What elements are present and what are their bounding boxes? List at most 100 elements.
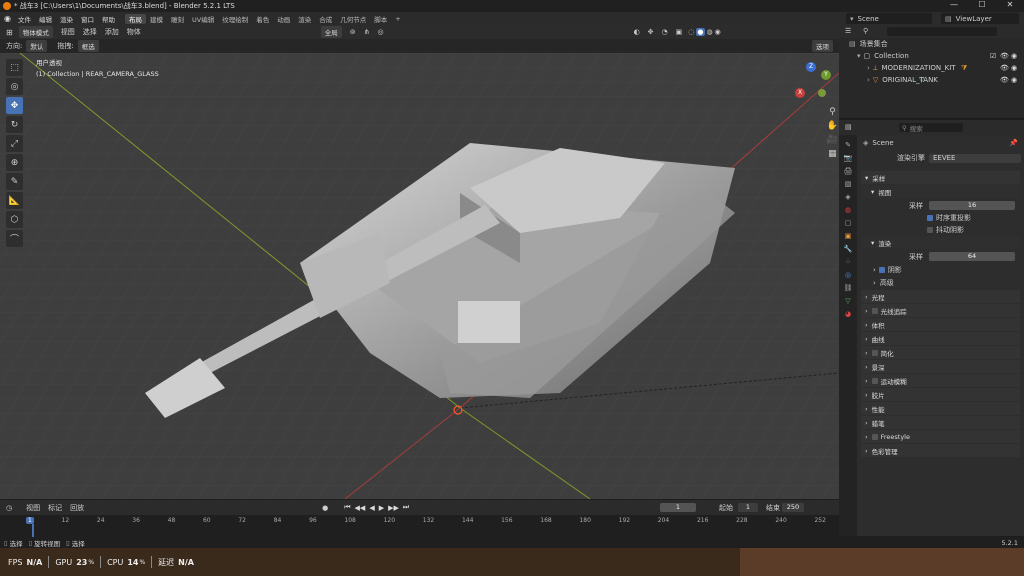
temporal-checkbox[interactable] bbox=[927, 215, 933, 221]
tab-compositing[interactable]: 合成 bbox=[315, 14, 336, 24]
subpanel-viewport[interactable]: ▾ 视图 bbox=[861, 185, 1020, 198]
3d-viewport[interactable]: 用户透视 (1) Collection | REAR_CAMERA_GLASS … bbox=[0, 53, 839, 499]
panel-color-management[interactable]: › 色彩管理 bbox=[861, 444, 1020, 457]
panel-depth-of-field[interactable]: › 景深 bbox=[861, 360, 1020, 373]
visibility-eye-icon[interactable]: 👁 bbox=[1000, 52, 1009, 60]
gizmo-z-axis[interactable]: Z bbox=[806, 62, 816, 72]
collection-tab-icon[interactable]: ▢ bbox=[845, 219, 852, 227]
mode-dropdown[interactable]: 物体模式 bbox=[18, 26, 53, 38]
panel-volumes[interactable]: › 体积 bbox=[861, 318, 1020, 331]
maximize-button[interactable]: ☐ bbox=[968, 0, 996, 9]
physics-tab-icon[interactable]: ◎ bbox=[845, 271, 851, 279]
shading-solid-icon[interactable]: ● bbox=[696, 28, 705, 36]
transform-tool-icon[interactable]: ⊕ bbox=[6, 154, 23, 171]
transform-orientation-dropdown[interactable]: 全局 bbox=[320, 26, 342, 38]
constraints-tab-icon[interactable]: ⛓ bbox=[844, 284, 853, 292]
view-layer-tab-icon[interactable]: ▧ bbox=[845, 180, 852, 188]
modifier-tab-icon[interactable]: 🔧 bbox=[844, 245, 853, 253]
outliner-root[interactable]: ▤ 场景集合 bbox=[839, 38, 1024, 50]
tab-texture-paint[interactable]: 纹理绘制 bbox=[218, 14, 252, 24]
blender-menu-icon[interactable]: ◉ bbox=[4, 14, 11, 23]
shading-wire-icon[interactable]: ◌ bbox=[688, 28, 694, 36]
playhead[interactable] bbox=[32, 524, 34, 537]
menu-view[interactable]: 视图 bbox=[61, 27, 75, 37]
panel-simplify[interactable]: › 简化 bbox=[861, 346, 1020, 359]
particles-tab-icon[interactable]: ⁘ bbox=[845, 258, 851, 266]
zoom-icon[interactable]: ⚲ bbox=[829, 107, 836, 117]
timeline-editor-icon[interactable]: ◷ bbox=[6, 504, 12, 512]
panel-raytracing[interactable]: › 光线追踪 bbox=[861, 304, 1020, 317]
play-reverse-icon[interactable]: ◀ bbox=[369, 504, 374, 512]
navigation-gizmo[interactable]: Z Y X bbox=[792, 62, 832, 102]
measure-tool-icon[interactable]: 📐 bbox=[6, 192, 23, 209]
ortho-grid-icon[interactable]: ▦ bbox=[828, 149, 837, 159]
annotate-tool-icon[interactable]: ✎ bbox=[6, 173, 23, 190]
outliner-editor-icon[interactable]: ☰ bbox=[845, 27, 851, 35]
outliner-item[interactable]: › ▽ ORIGINAL_TANK ▽ 👁 ◉ bbox=[839, 74, 1024, 86]
panel-light-paths[interactable]: › 光程 bbox=[861, 290, 1020, 303]
properties-search[interactable]: ⚲ 搜索 bbox=[899, 123, 963, 133]
outliner-search[interactable] bbox=[887, 27, 997, 36]
timeline-area[interactable]: 1 12 24 36 48 60 72 84 96 108 120 132 14… bbox=[0, 515, 839, 537]
expand-icon[interactable]: ▾ bbox=[857, 52, 861, 60]
menu-select[interactable]: 选择 bbox=[83, 27, 97, 37]
render-camera-icon[interactable]: ◉ bbox=[1011, 52, 1017, 60]
tab-geometry-nodes[interactable]: 几何节点 bbox=[336, 14, 370, 24]
pin-icon[interactable]: 📌 bbox=[1009, 139, 1018, 147]
viewport-samples-field[interactable]: 16 bbox=[929, 201, 1015, 210]
visibility-icon[interactable]: ◐ bbox=[634, 28, 640, 36]
visibility-eye-icon[interactable]: 👁 bbox=[1000, 64, 1009, 72]
play-icon[interactable]: ▶ bbox=[379, 504, 384, 512]
tool-tab-icon[interactable]: ✎ bbox=[845, 141, 851, 149]
gizmo-y-axis[interactable]: Y bbox=[821, 70, 831, 80]
render-tab-icon[interactable]: 📷 bbox=[844, 154, 853, 162]
start-frame-field[interactable]: 1 bbox=[738, 503, 758, 512]
expand-icon[interactable]: › bbox=[867, 76, 870, 84]
tab-scripting[interactable]: 脚本 bbox=[370, 14, 391, 24]
shadows-checkbox[interactable] bbox=[878, 266, 885, 273]
render-camera-icon[interactable]: ◉ bbox=[1011, 76, 1017, 84]
add-cube-tool-icon[interactable]: ⬡ bbox=[6, 211, 23, 228]
xray-icon[interactable]: ▣ bbox=[676, 28, 683, 36]
temporal-row[interactable]: 时序重投影 bbox=[857, 212, 1024, 224]
properties-editor-icon[interactable]: ▤ bbox=[845, 123, 852, 131]
select-box-tool-icon[interactable]: ⬚ bbox=[6, 59, 23, 76]
include-checkbox-icon[interactable]: ☑ bbox=[990, 52, 996, 60]
move-tool-icon[interactable]: ✥ bbox=[6, 97, 23, 114]
panel-grease-pencil[interactable]: › 蜡笔 bbox=[861, 416, 1020, 429]
panel-freestyle[interactable]: › Freestyle bbox=[861, 430, 1020, 443]
scene-tab-icon[interactable]: ◈ bbox=[845, 193, 850, 201]
simplify-checkbox[interactable] bbox=[871, 349, 878, 356]
tab-layout[interactable]: 布局 bbox=[124, 13, 146, 24]
pan-hand-icon[interactable]: ✋ bbox=[827, 121, 838, 131]
jitter-checkbox[interactable] bbox=[927, 227, 933, 233]
filter-icon[interactable]: ⚲ bbox=[863, 27, 868, 35]
step-back-icon[interactable]: ◀◀ bbox=[355, 504, 366, 512]
menu-window[interactable]: 窗口 bbox=[77, 14, 98, 24]
pivot-icon[interactable]: ⊚ bbox=[350, 28, 356, 36]
menu-file[interactable]: 文件 bbox=[14, 14, 35, 24]
snap-icon[interactable]: ⋔ bbox=[364, 28, 370, 36]
menu-add[interactable]: 添加 bbox=[105, 27, 119, 37]
panel-motion-blur[interactable]: › 运动模糊 bbox=[861, 374, 1020, 387]
freestyle-checkbox[interactable] bbox=[871, 433, 878, 440]
shading-render-icon[interactable]: ◉ bbox=[715, 28, 721, 36]
minimize-button[interactable]: — bbox=[940, 0, 968, 9]
close-button[interactable]: ✕ bbox=[996, 0, 1024, 9]
raytracing-checkbox[interactable] bbox=[871, 307, 878, 314]
menu-edit[interactable]: 编辑 bbox=[35, 14, 56, 24]
expand-icon[interactable]: › bbox=[867, 64, 870, 72]
options-dropdown[interactable]: 选项 bbox=[812, 40, 833, 52]
panel-sampling[interactable]: ▾ 采样 bbox=[861, 171, 1020, 184]
tab-sculpting[interactable]: 雕刻 bbox=[167, 14, 188, 24]
gizmo-toggle-icon[interactable]: ✥ bbox=[648, 28, 654, 36]
subpanel-render[interactable]: ▾ 渲染 bbox=[861, 236, 1020, 249]
shadows-row[interactable]: › 阴影 bbox=[857, 263, 1024, 276]
advanced-row[interactable]: › 高级 bbox=[857, 276, 1024, 289]
record-icon[interactable]: ● bbox=[322, 504, 328, 512]
jump-start-icon[interactable]: ⏮ bbox=[344, 503, 350, 512]
panel-film[interactable]: › 胶片 bbox=[861, 388, 1020, 401]
cursor-tool-icon[interactable]: ◎ bbox=[6, 78, 23, 95]
overlay-toggle-icon[interactable]: ◔ bbox=[662, 28, 668, 36]
current-frame-field[interactable]: 1 bbox=[660, 503, 696, 512]
